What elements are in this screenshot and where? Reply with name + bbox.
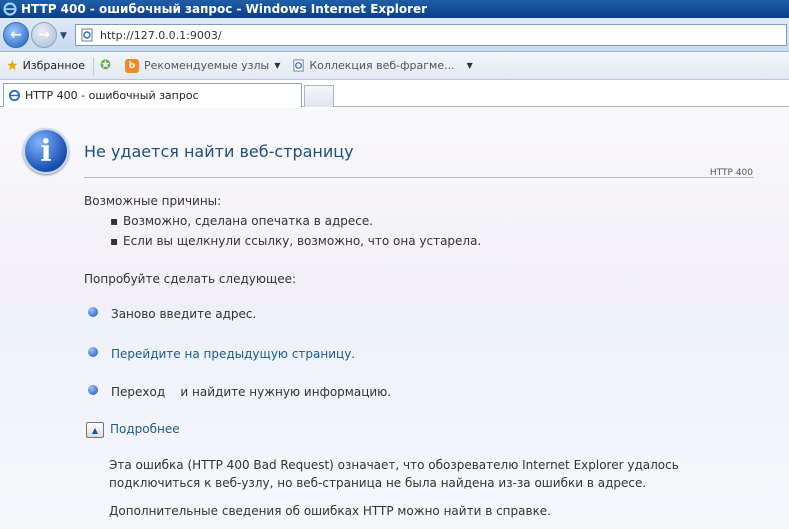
window-title: HTTP 400 - ошибочный запрос - Windows In… (21, 2, 428, 16)
tab-bar: HTTP 400 - ошибочный запрос (0, 80, 789, 107)
address-url[interactable]: http://127.0.0.1:9003/ (100, 29, 222, 42)
suggested-sites-label: Рекомендуемые узлы (143, 59, 270, 72)
tab-http-400[interactable]: HTTP 400 - ошибочный запрос (3, 83, 302, 107)
internet-explorer-icon (3, 2, 17, 16)
error-page: i Не удается найти веб-страницу HTTP 400… (0, 108, 789, 529)
internet-explorer-icon (8, 89, 21, 102)
details-text: Эта ошибка (HTTP 400 Bad Request) означа… (109, 458, 679, 490)
page-title: Не удается найти веб-страницу (84, 142, 354, 161)
chevron-down-icon: ▼ (274, 61, 281, 70)
causes-title: Возможные причины: (84, 194, 222, 208)
cause-item: Возможно, сделана опечатка в адресе. (110, 214, 373, 228)
favorites-button[interactable]: ★ Избранное (6, 58, 85, 74)
arrow-right-icon: → (38, 27, 50, 43)
cause-item: Если вы щелкнули ссылку, возможно, что о… (110, 234, 481, 248)
bullet-ball-icon (88, 385, 98, 395)
navigation-bar: ← → ▼ http://127.0.0.1:9003/ (0, 18, 789, 52)
web-slice-gallery-label: Коллекция веб-фрагме... (309, 59, 455, 72)
bullet-ball-icon (88, 347, 98, 357)
new-tab-button[interactable] (304, 85, 334, 107)
more-info-toggle-button[interactable]: ▲ (86, 422, 104, 438)
tab-label: HTTP 400 - ошибочный запрос (25, 89, 199, 102)
help-text: Дополнительные сведения об ошибках HTTP … (109, 504, 552, 518)
chevron-down-icon: ▼ (466, 61, 473, 70)
window-title-bar: HTTP 400 - ошибочный запрос - Windows In… (0, 0, 789, 18)
chevron-up-icon: ▲ (91, 425, 99, 435)
arrow-left-icon: ← (10, 27, 22, 43)
try-title: Попробуйте сделать следующее: (84, 272, 297, 286)
forward-button[interactable]: → (31, 22, 57, 48)
address-bar[interactable]: http://127.0.0.1:9003/ (75, 24, 787, 46)
suggested-sites-button[interactable]: b Рекомендуемые узлы ▼ (124, 58, 281, 73)
previous-page-link[interactable]: Перейдите на предыдущую страницу. (111, 347, 355, 361)
star-icon: ★ (6, 57, 19, 74)
web-slice-gallery-button[interactable]: Коллекция веб-фрагме... ▼ (292, 59, 473, 72)
favorites-label: Избранное (22, 59, 86, 72)
bullet-ball-icon (88, 307, 98, 317)
info-icon: i (23, 128, 69, 174)
history-dropdown-icon[interactable]: ▼ (60, 31, 67, 41)
toolbar-separator (93, 56, 95, 75)
action-retype-address: Заново введите адрес. (111, 307, 257, 321)
add-to-favorites-icon[interactable]: ✪ (100, 58, 111, 73)
page-icon (81, 28, 93, 42)
favorites-bar: ★ Избранное ✪ b Рекомендуемые узлы ▼ Кол… (0, 52, 789, 80)
action-navigate-search: Переход и найдите нужную информацию. (111, 385, 392, 399)
back-button[interactable]: ← (3, 22, 29, 48)
suggested-sites-icon: b (124, 58, 139, 73)
page-icon (293, 59, 304, 72)
more-info-link[interactable]: Подробнее (110, 422, 180, 436)
divider (84, 177, 754, 178)
